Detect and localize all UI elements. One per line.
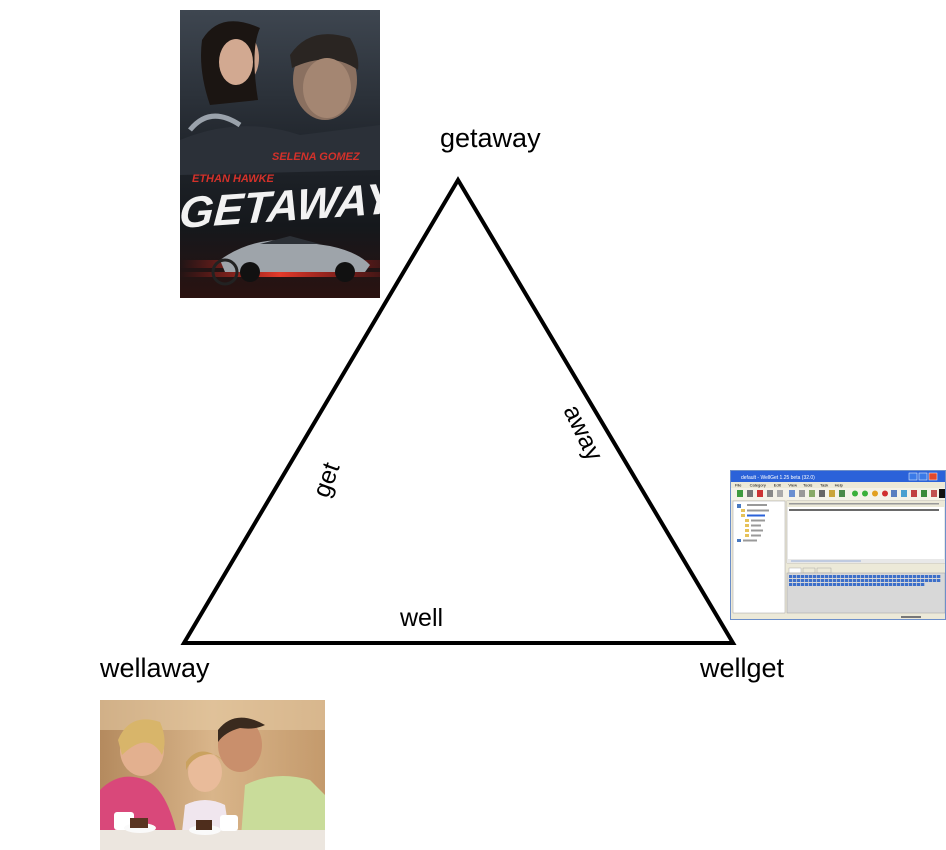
node-label-wellaway: wellaway	[99, 653, 210, 683]
edge-label-well: well	[399, 604, 443, 632]
triangle-diagram: getaway wellaway wellget get away well	[99, 123, 785, 683]
edge-label-get: get	[307, 459, 345, 501]
node-label-getaway: getaway	[440, 123, 541, 153]
triangle	[180, 176, 737, 645]
edge-label-away: away	[558, 400, 609, 465]
node-label-wellget: wellget	[699, 653, 785, 683]
